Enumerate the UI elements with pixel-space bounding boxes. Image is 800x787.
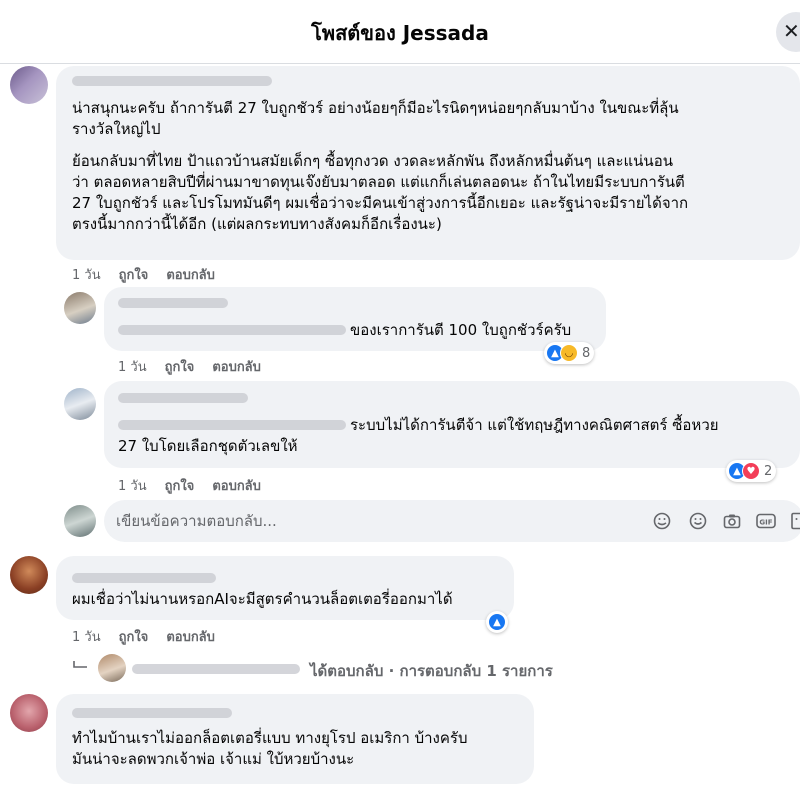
avatar[interactable]: [64, 388, 96, 420]
sticker-icon[interactable]: [653, 512, 671, 530]
page-title: โพสต์ของ Jessada: [311, 21, 489, 45]
camera-icon[interactable]: [723, 512, 741, 530]
comment-timestamp[interactable]: 1 วัน: [72, 626, 101, 647]
svg-text:GIF: GIF: [759, 519, 772, 527]
haha-reaction-icon: ◡: [560, 344, 578, 362]
emoji-icon[interactable]: [689, 512, 707, 530]
like-button[interactable]: ถูกใจ: [165, 475, 195, 496]
reply-composer[interactable]: GIF: [104, 500, 800, 542]
view-replies-link[interactable]: ได้ตอบกลับ · การตอบกลับ 1 รายการ: [310, 659, 553, 683]
reaction-count: 2: [764, 463, 773, 479]
comment-timestamp[interactable]: 1 วัน: [118, 356, 147, 377]
like-button[interactable]: ถูกใจ: [119, 626, 149, 647]
love-reaction-icon: ♥: [742, 462, 760, 480]
comment-actions: 1 วัน ถูกใจ ตอบกลับ: [72, 264, 215, 285]
comment-text: ทำไมบ้านเราไม่ออกล็อตเตอรี่แบบ ทางยุโรป …: [72, 729, 468, 768]
avatar[interactable]: [10, 66, 48, 104]
reply-button[interactable]: ตอบกลับ: [212, 475, 261, 496]
comment-author-redacted[interactable]: [72, 76, 272, 86]
reply-arrow-icon: [73, 661, 87, 668]
comment-text: น่าสนุกนะครับ ถ้าการันตี 27 ใบถูกชัวร์ อ…: [72, 99, 689, 233]
comment-author-redacted[interactable]: [118, 393, 248, 403]
sticker2-icon[interactable]: [790, 512, 800, 530]
comment-author-redacted[interactable]: [118, 298, 228, 308]
comment-author-redacted[interactable]: [72, 573, 216, 583]
comment-bubble: [56, 556, 514, 620]
comment-timestamp[interactable]: 1 วัน: [118, 475, 147, 496]
avatar: [98, 654, 126, 682]
reaction-summary[interactable]: ▲ ♥ 2: [726, 460, 777, 482]
dialog-header: โพสต์ของ Jessada ✕: [0, 0, 800, 64]
comment-actions: 1 วัน ถูกใจ ตอบกลับ: [72, 626, 215, 647]
like-button[interactable]: ถูกใจ: [119, 264, 149, 285]
reply-button[interactable]: ตอบกลับ: [166, 626, 215, 647]
comment-text: ผมเชื่อว่าไม่นานหรอกAIจะมีสูตรคำนวนล็อตเ…: [72, 590, 453, 608]
mention-redacted[interactable]: [118, 325, 346, 335]
reply-button[interactable]: ตอบกลับ: [212, 356, 261, 377]
gif-icon[interactable]: GIF: [756, 512, 776, 530]
comment-actions: 1 วัน ถูกใจ ตอบกลับ: [118, 356, 261, 377]
like-reaction-icon: ▲: [488, 613, 506, 631]
replier-name-redacted[interactable]: [132, 664, 300, 674]
close-icon: ✕: [783, 19, 800, 43]
avatar[interactable]: [10, 556, 48, 594]
avatar[interactable]: [10, 694, 48, 732]
comment-text: ระบบไม่ได้การันตีจ้า แต่ใช้ทฤษฎีทางคณิตศ…: [118, 416, 719, 455]
comment-actions: 1 วัน ถูกใจ ตอบกลับ: [118, 475, 261, 496]
reaction-summary[interactable]: ▲: [486, 611, 508, 633]
avatar[interactable]: [64, 292, 96, 324]
current-user-avatar: [64, 505, 96, 537]
reply-input[interactable]: [116, 500, 636, 542]
comment-bubble: [104, 287, 606, 351]
comment-timestamp[interactable]: 1 วัน: [72, 264, 101, 285]
reaction-summary[interactable]: ▲ ◡ 8: [544, 342, 595, 364]
comment-author-redacted[interactable]: [72, 708, 232, 718]
reply-button[interactable]: ตอบกลับ: [166, 264, 215, 285]
like-button[interactable]: ถูกใจ: [165, 356, 195, 377]
reaction-count: 8: [582, 345, 591, 361]
comment-text: ของเราการันตี 100 ใบถูกชัวร์ครับ: [350, 321, 572, 339]
